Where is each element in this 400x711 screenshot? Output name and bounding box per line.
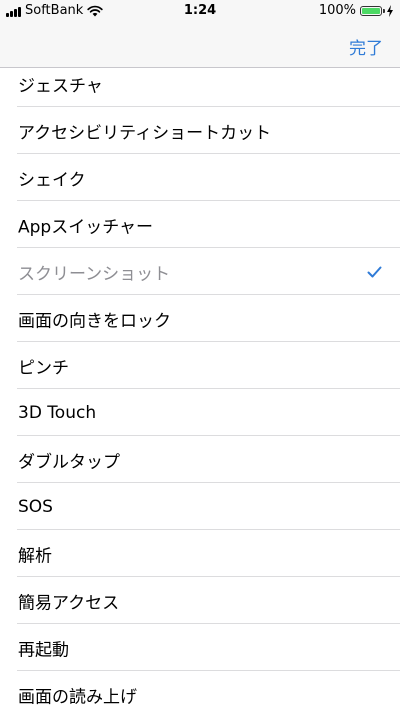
list-item[interactable]: Appスイッチャー — [0, 201, 400, 248]
option-list: ジェスチャアクセシビリティショートカット シェイク Appスイッチャー スクリーンショ… — [0, 68, 400, 711]
list-item-label: シェイク — [18, 170, 86, 190]
checkmark-icon — [367, 266, 382, 277]
list-item-label: Appスイッチャー — [18, 217, 154, 237]
list-item[interactable]: ジェスチャ — [0, 68, 400, 107]
list-item-label: ジェスチャ — [18, 76, 103, 97]
list-item-label: ダブルタップ — [18, 452, 120, 472]
navigation-bar: 完了 — [0, 22, 400, 68]
list-item[interactable]: スクリーンショット — [0, 248, 400, 295]
list-item[interactable]: ダブルタップ — [0, 436, 400, 483]
list-item-label: SOS — [18, 496, 53, 517]
charging-bolt-icon — [387, 4, 393, 17]
battery-percent: 100% — [318, 3, 356, 18]
list-item-label: 簡易アクセス — [18, 593, 120, 613]
list-item[interactable]: 解析 — [0, 530, 400, 577]
status-bar: SoftBank 1:24 100% — [0, 0, 400, 22]
status-right: 100% — [319, 3, 394, 18]
done-button[interactable]: 完了 — [349, 34, 383, 59]
list-item-label: 画面の読み上げ — [18, 687, 137, 707]
list-item-label: 画面の向きをロック — [18, 311, 171, 331]
list-item[interactable]: SOS — [0, 483, 400, 530]
list-item[interactable]: シェイク — [0, 154, 400, 201]
list-item-label: 再起動 — [18, 640, 69, 660]
list-item[interactable]: 再起動 — [0, 624, 400, 671]
list-item-label: 3D Touch — [18, 402, 97, 423]
screen: SoftBank 1:24 100% 完了 ジェスチャアクセシビリティショートカ… — [0, 0, 400, 711]
list-item-label: 解析 — [18, 546, 52, 566]
list-item-label: スクリーンショット — [18, 264, 171, 284]
list-item-label: アクセシビリティショートカット — [18, 123, 272, 143]
list-item[interactable]: 画面の読み上げ — [0, 671, 400, 711]
list-item[interactable]: アクセシビリティショートカット — [0, 107, 400, 154]
list-item[interactable]: 3D Touch — [0, 389, 400, 436]
list-item[interactable]: ピンチ — [0, 342, 400, 389]
list-item[interactable]: 簡易アクセス — [0, 577, 400, 624]
list-item[interactable]: 画面の向きをロック — [0, 295, 400, 342]
battery-icon — [360, 5, 385, 16]
list-item-label: ピンチ — [18, 358, 69, 378]
battery-fill — [362, 7, 380, 14]
